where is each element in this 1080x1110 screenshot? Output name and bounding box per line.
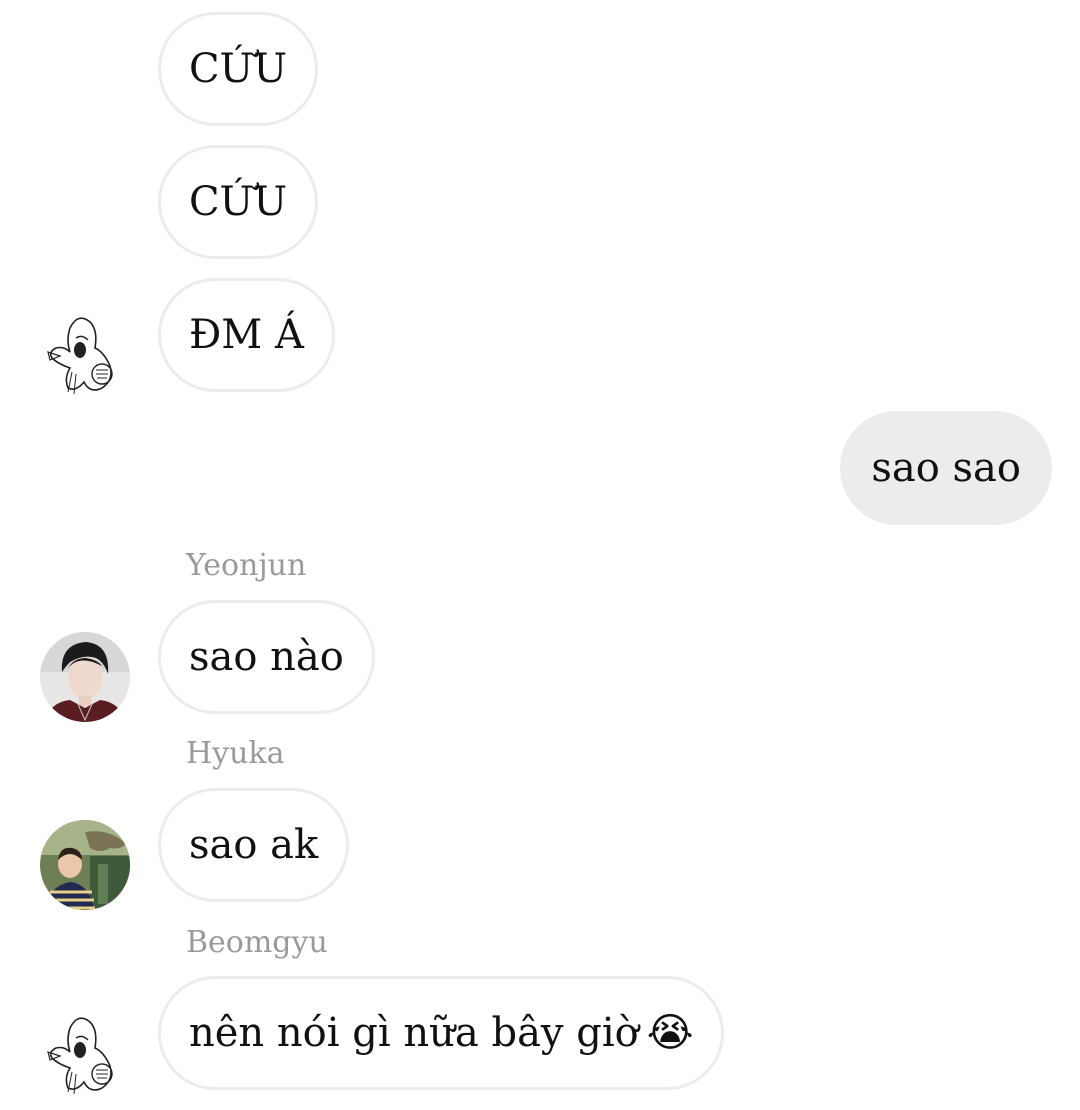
message-bubble[interactable]: nên nói gì nữa bây giờ 😭 bbox=[158, 976, 725, 1090]
message-bubble[interactable]: CỨU bbox=[158, 12, 319, 126]
message-text: nên nói gì nữa bây giờ bbox=[189, 1010, 639, 1056]
message-text: sao ak bbox=[189, 822, 319, 868]
crying-face-emoji: 😭 bbox=[646, 1010, 694, 1056]
message-bubble[interactable]: CỨU bbox=[158, 145, 319, 259]
message-text: CỨU bbox=[189, 179, 288, 225]
meme-sketch-avatar[interactable] bbox=[40, 308, 130, 398]
hyuka-photo-avatar[interactable] bbox=[40, 820, 130, 910]
meme-sketch-avatar[interactable] bbox=[40, 1008, 130, 1098]
message-bubble[interactable]: sao ak bbox=[158, 788, 350, 902]
outgoing-message-bubble[interactable]: sao sao bbox=[840, 411, 1052, 525]
sender-name: Yeonjun bbox=[186, 548, 307, 583]
message-text: sao sao bbox=[871, 445, 1021, 491]
message-thread[interactable]: CỨU CỨU ĐM Á sao sao Yeonjun sao nào Hyu… bbox=[0, 0, 1080, 1110]
meme-sketch-icon bbox=[40, 1008, 130, 1098]
message-text: CỨU bbox=[189, 46, 288, 92]
message-bubble[interactable]: sao nào bbox=[158, 600, 375, 714]
message-bubble[interactable]: ĐM Á bbox=[158, 278, 335, 392]
person-photo-icon bbox=[40, 632, 130, 722]
sender-name: Beomgyu bbox=[186, 925, 328, 960]
person-photo-icon bbox=[40, 820, 130, 910]
message-text: ĐM Á bbox=[189, 312, 304, 358]
meme-sketch-icon bbox=[40, 308, 130, 398]
sender-name: Hyuka bbox=[186, 736, 285, 771]
message-text: sao nào bbox=[189, 634, 344, 680]
yeonjun-photo-avatar[interactable] bbox=[40, 632, 130, 722]
